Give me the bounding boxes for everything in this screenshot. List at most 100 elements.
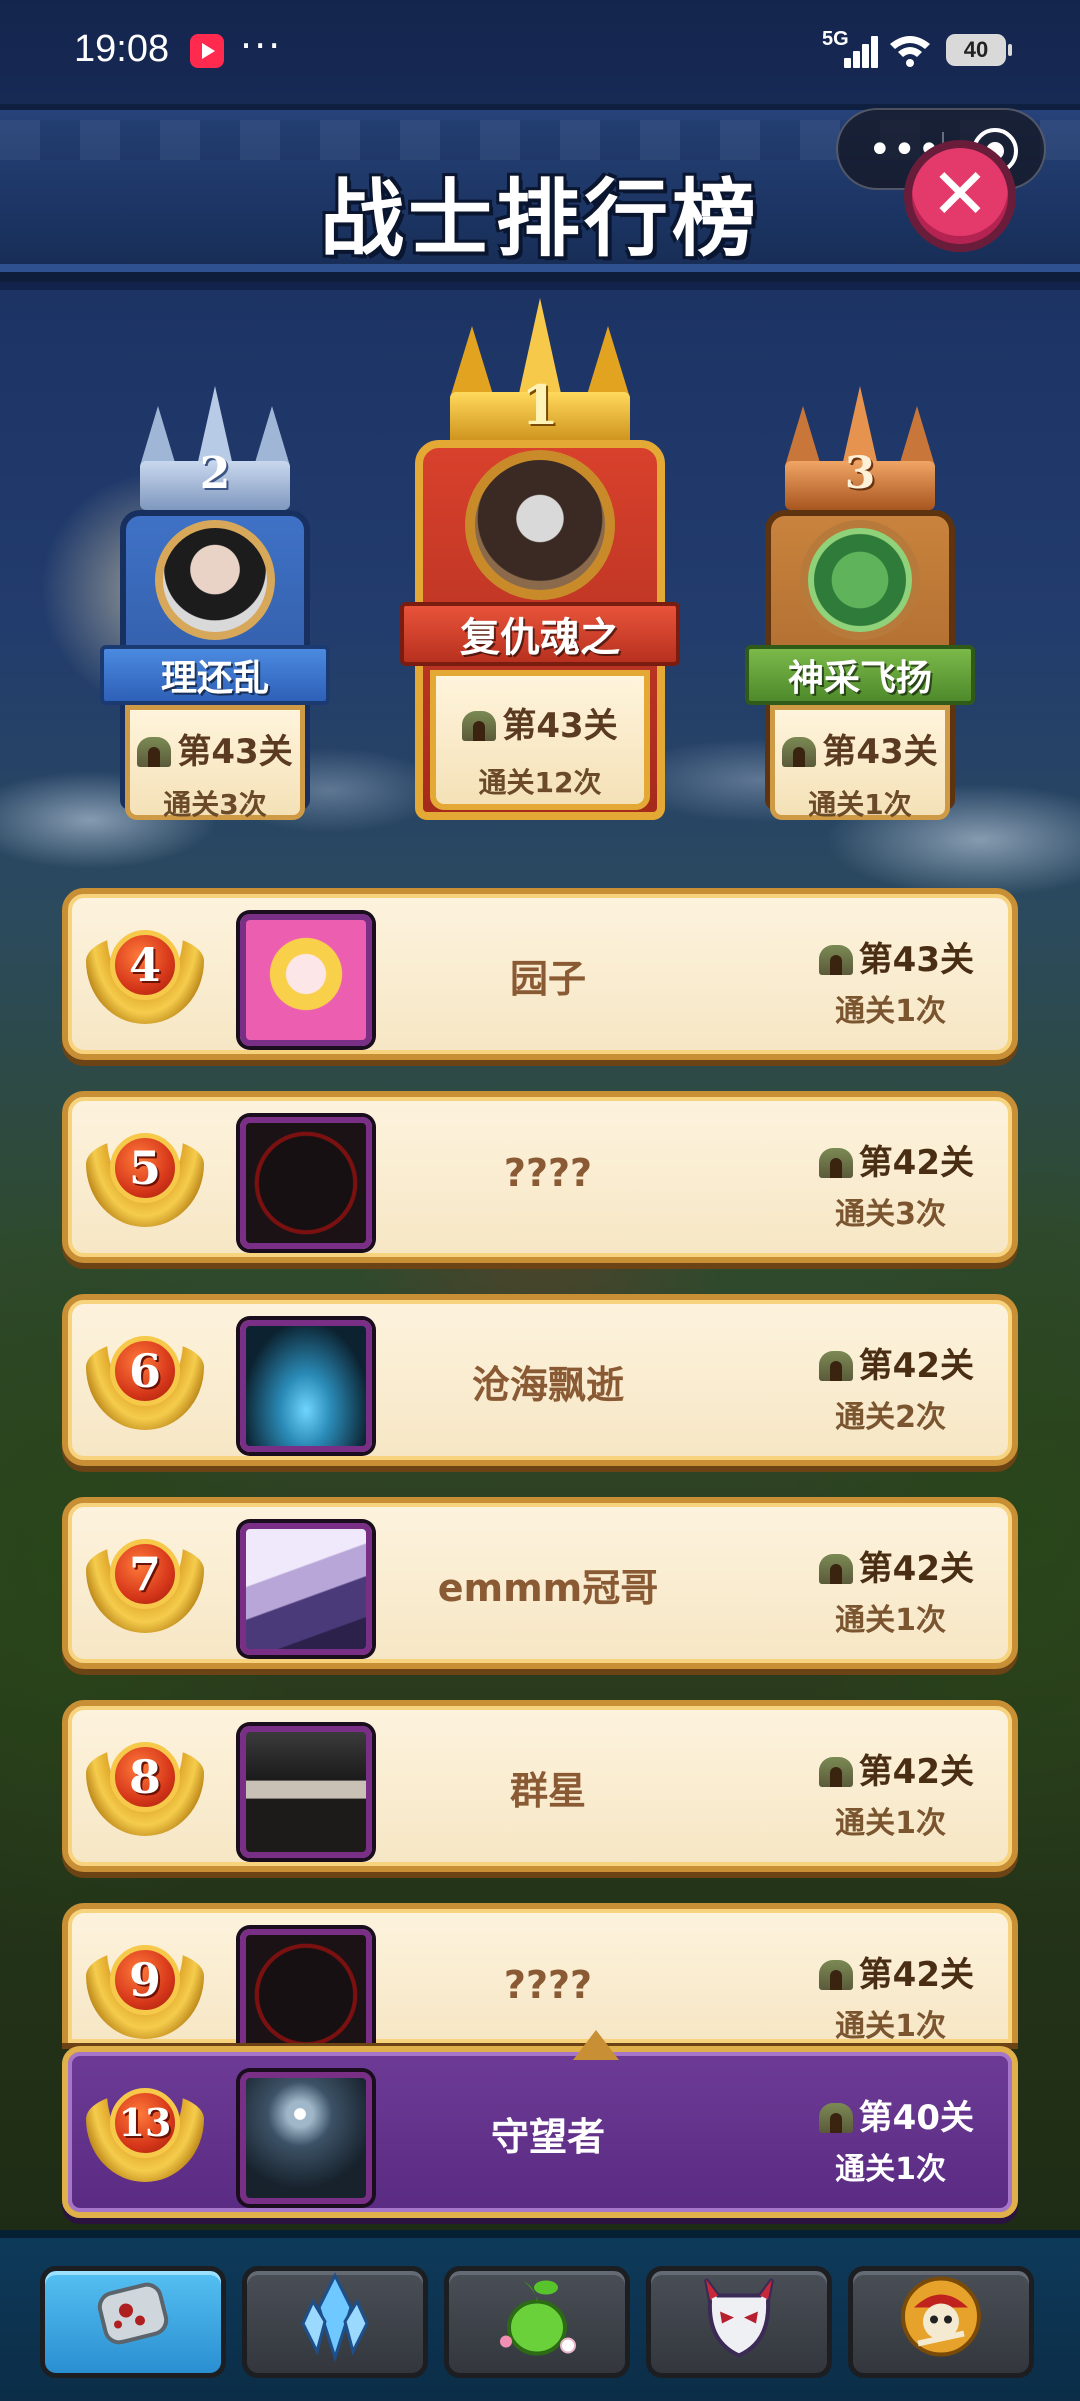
- rank-badge: 8: [86, 1728, 204, 1846]
- clear-count: 通关1次: [835, 994, 946, 1029]
- podium-card: 第43关 通关3次: [125, 705, 305, 821]
- podium-name: 神采飞扬: [745, 645, 975, 705]
- podium-name: 复仇魂之: [400, 602, 680, 666]
- fruit-icon: [494, 2272, 580, 2373]
- podium-rank-number: 1: [521, 373, 559, 437]
- rank-row-6[interactable]: 6 沧海飘逝 第42关 通关2次: [62, 1294, 1018, 1466]
- rank-medal: 7: [110, 1539, 180, 1609]
- level-text: 第42关: [818, 1541, 974, 1590]
- podium-level: 第43关: [822, 732, 938, 772]
- avatar: [240, 1117, 372, 1249]
- rank-badge: 9: [86, 1931, 204, 2043]
- nav-tab-mask[interactable]: [646, 2266, 832, 2378]
- level-text: 第42关: [818, 1947, 974, 1996]
- gold-crown-icon: 1: [450, 298, 630, 450]
- rank-row-5[interactable]: 5 ???? 第42关 通关3次: [62, 1091, 1018, 1263]
- nav-tab-pirate[interactable]: [848, 2266, 1034, 2378]
- level-gate-icon: [782, 737, 817, 767]
- level-text: 第43关: [818, 932, 974, 981]
- level-gate-icon: [818, 945, 853, 975]
- podium-rank-2[interactable]: 2 理还乱 第43关 通关3次: [100, 386, 330, 830]
- bronze-crown-icon: 3: [785, 386, 935, 510]
- player-name: ????: [503, 1151, 593, 1195]
- rank-row-7[interactable]: 7 emmm冠哥 第42关 通关1次: [62, 1497, 1018, 1669]
- crystal-icon: [295, 2272, 375, 2373]
- clear-count: 通关1次: [835, 2009, 946, 2043]
- podium-rank-number: 3: [844, 448, 876, 499]
- avatar: [240, 1929, 372, 2043]
- podium-avatar: [465, 450, 615, 600]
- avatar: [240, 1320, 372, 1452]
- level-gate-icon: [818, 1554, 853, 1584]
- pirate-skull-icon: [898, 2274, 984, 2371]
- podium-card: 第43关 通关1次: [770, 705, 950, 821]
- status-more-dots: ···: [240, 24, 283, 68]
- signal-icon: [840, 34, 880, 68]
- player-name: emmm冠哥: [437, 1566, 659, 1610]
- status-bar: 19:08 ··· 5G 40: [0, 0, 1080, 100]
- player-name: ????: [503, 1963, 593, 2007]
- podium-avatar: [155, 520, 275, 640]
- battery-indicator: 40: [946, 34, 1012, 66]
- player-name: 群星: [509, 1769, 586, 1813]
- avatar: [240, 2072, 372, 2204]
- level-text: 第40关: [818, 2090, 974, 2139]
- rank-medal: 13: [110, 2088, 180, 2158]
- clear-count: 通关1次: [835, 1806, 946, 1841]
- wifi-icon: [888, 34, 932, 68]
- dog-tag-icon: [88, 2277, 178, 2368]
- my-rank-row[interactable]: 13 守望者 第40关 通关1次: [62, 2030, 1018, 2218]
- level-text: 第42关: [818, 1338, 974, 1387]
- close-button[interactable]: ✕: [904, 140, 1016, 252]
- level-text: 第42关: [818, 1135, 974, 1184]
- silver-crown-icon: 2: [140, 386, 290, 510]
- mask-icon: [696, 2272, 782, 2373]
- level-text: 第42关: [818, 1744, 974, 1793]
- podium-name: 理还乱: [100, 645, 330, 705]
- level-gate-icon: [818, 2103, 853, 2133]
- podium-level: 第43关: [177, 732, 293, 772]
- podium-clears: 通关1次: [808, 788, 912, 821]
- level-gate-icon: [818, 1960, 853, 1990]
- level-gate-icon: [818, 1757, 853, 1787]
- rank-medal: 8: [110, 1742, 180, 1812]
- nav-tab-dog-tag[interactable]: [40, 2266, 226, 2378]
- rank-medal: 5: [110, 1133, 180, 1203]
- video-app-icon: [190, 34, 224, 68]
- rank-row-9[interactable]: 9 ???? 第42关 通关1次: [62, 1903, 1018, 2043]
- rank-row-8[interactable]: 8 群星 第42关 通关1次: [62, 1700, 1018, 1872]
- clear-count: 通关3次: [835, 1197, 946, 1232]
- avatar: [240, 1523, 372, 1655]
- podium-level: 第43关: [502, 706, 618, 746]
- clear-count: 通关2次: [835, 1400, 946, 1435]
- rank-badge: 6: [86, 1322, 204, 1440]
- podium-rank-3[interactable]: 3 神采飞扬 第43关 通关1次: [745, 386, 975, 830]
- podium-rank-1[interactable]: 1 复仇魂之 第43关 通关12次: [395, 298, 685, 830]
- level-gate-icon: [462, 711, 497, 741]
- rank-badge: 13: [86, 2074, 204, 2192]
- level-gate-icon: [137, 737, 172, 767]
- nav-tab-crystal[interactable]: [242, 2266, 428, 2378]
- player-name: 园子: [509, 957, 586, 1001]
- rank-badge: 5: [86, 1119, 204, 1237]
- nav-tab-fruit[interactable]: [444, 2266, 630, 2378]
- podium-clears: 通关3次: [163, 788, 267, 821]
- status-time: 19:08: [74, 28, 170, 70]
- rank-row-4[interactable]: 4 园子 第43关 通关1次: [62, 888, 1018, 1060]
- podium-card: 第43关 通关12次: [430, 670, 650, 810]
- rank-badge: 7: [86, 1525, 204, 1643]
- avatar: [240, 914, 372, 1046]
- podium-avatar: [800, 520, 920, 640]
- rank-medal: 9: [110, 1945, 180, 2015]
- podium-rank-number: 2: [199, 448, 231, 499]
- level-gate-icon: [818, 1148, 853, 1178]
- rank-badge: 4: [86, 916, 204, 1034]
- bottom-nav: [0, 2230, 1080, 2401]
- player-name: 守望者: [490, 2115, 605, 2159]
- player-name: 沧海飘逝: [471, 1363, 624, 1407]
- avatar: [240, 1726, 372, 1858]
- rank-medal: 4: [110, 930, 180, 1000]
- clear-count: 通关1次: [835, 1603, 946, 1638]
- clear-count: 通关1次: [835, 2152, 946, 2187]
- podium-clears: 通关12次: [478, 766, 602, 799]
